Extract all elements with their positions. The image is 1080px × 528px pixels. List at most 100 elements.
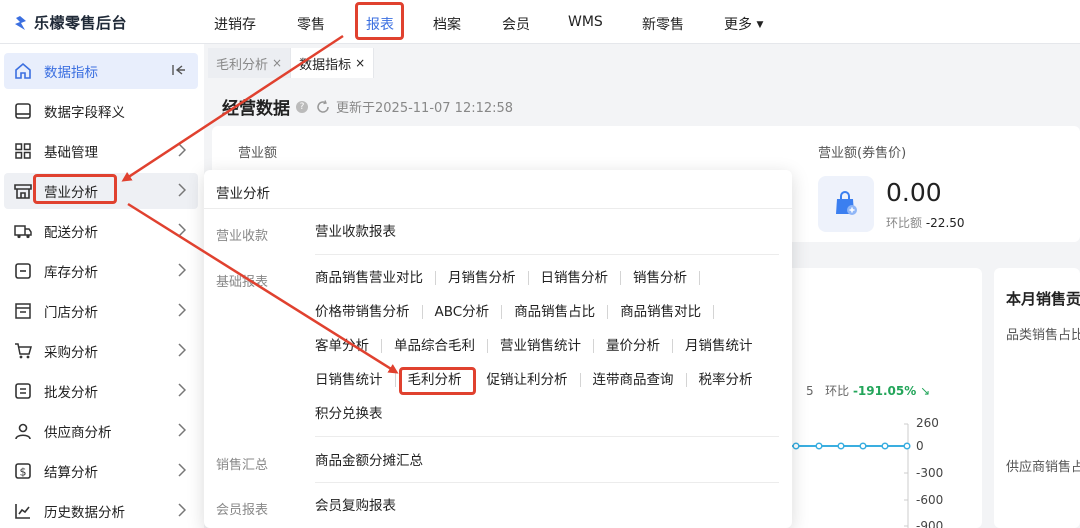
trend-chart	[786, 423, 911, 528]
sidebar-item-label: 基础管理	[44, 145, 98, 161]
close-icon[interactable]: ×	[272, 56, 282, 70]
sidebar-item-label: 数据指标	[44, 65, 98, 81]
revenue-voucher-label: 营业额(券售价)	[818, 146, 907, 161]
menu-item[interactable]: 营业收款报表	[315, 225, 408, 239]
axis-tick-label: 260	[916, 416, 939, 430]
truck-icon	[12, 220, 34, 242]
menu-item[interactable]: 日销售统计	[315, 373, 396, 387]
sidebar-item-distribution-analysis[interactable]: 配送分析	[4, 213, 198, 249]
sidebar-item-label: 结算分析	[44, 465, 98, 481]
sidebar-item-label: 库存分析	[44, 265, 98, 281]
logo-mark-icon	[15, 15, 26, 30]
highlight-reports-annotation	[355, 2, 404, 40]
menu-item[interactable]: 营业销售统计	[488, 339, 594, 353]
sidebar-item-purchase-analysis[interactable]: 采购分析	[4, 333, 198, 369]
nav-archive[interactable]: 档案	[433, 14, 461, 34]
flyout-title: 营业分析	[216, 186, 270, 202]
menu-item[interactable]: 促销让利分析	[475, 373, 581, 387]
tab-gross-profit[interactable]: 毛利分析 ×	[208, 48, 292, 78]
section-label: 营业收款	[216, 229, 269, 244]
chart-line-icon	[12, 500, 34, 522]
menu-item[interactable]: 月销售分析	[436, 271, 529, 285]
shop-icon	[12, 300, 34, 322]
menu-item[interactable]: 量价分析	[594, 339, 673, 353]
sidebar-item-wholesale-analysis[interactable]: 批发分析	[4, 373, 198, 409]
chevron-right-icon	[178, 143, 186, 157]
sidebar-item-settlement-analysis[interactable]: $ 结算分析	[4, 453, 198, 489]
revenue-label: 营业额	[238, 146, 278, 161]
app-title: 乐檬零售后台	[34, 14, 128, 32]
store-icon	[12, 180, 34, 202]
sidebar-item-data-metrics[interactable]: 数据指标	[4, 53, 198, 89]
app-logo[interactable]: 乐檬零售后台	[12, 12, 127, 33]
nav-retail[interactable]: 零售	[297, 14, 325, 34]
ratio-value: -191.05%	[852, 384, 917, 398]
menu-row: 积分兑换表	[315, 407, 395, 421]
card-title: 本月销售贡	[1006, 290, 1080, 308]
menu-item[interactable]: 商品销售占比	[502, 305, 609, 319]
ratio-label: 环比	[825, 384, 850, 398]
menu-item[interactable]: ABC分析	[423, 305, 503, 319]
page-title: 经营数据	[222, 99, 290, 119]
menu-row: 营业收款报表	[315, 225, 408, 239]
chevron-right-icon	[178, 343, 186, 357]
ratio-indicator: 5 环比 -191.05% ↘	[806, 382, 930, 399]
sidebar-item-label: 供应商分析	[44, 425, 112, 441]
stat-value: 0.00	[886, 178, 942, 207]
menu-row: 商品金额分摊汇总	[315, 454, 435, 468]
menu-item[interactable]: 月销售统计	[673, 339, 765, 353]
menu-item[interactable]: 客单分析	[315, 339, 382, 353]
sidebar-item-basic-management[interactable]: 基础管理	[4, 133, 198, 169]
menu-item[interactable]: 日销售分析	[529, 271, 621, 285]
sidebar-item-store-analysis[interactable]: 门店分析	[4, 293, 198, 329]
menu-item[interactable]: 商品金额分摊汇总	[315, 454, 435, 468]
collapse-sidebar-icon[interactable]	[172, 63, 186, 81]
chevron-right-icon	[178, 463, 186, 477]
menu-item[interactable]: 单品综合毛利	[382, 339, 488, 353]
axis-tick-label: -300	[916, 466, 944, 480]
sidebar-item-supplier-analysis[interactable]: 供应商分析	[4, 413, 198, 449]
sidebar-item-history-analysis[interactable]: 历史数据分析	[4, 493, 198, 528]
caret-down-icon: ▼	[756, 20, 764, 30]
sidebar-item-field-definitions[interactable]: 数据字段释义	[4, 93, 198, 129]
settlement-icon: $	[12, 460, 34, 482]
help-icon[interactable]: ?	[296, 100, 308, 113]
menu-item[interactable]: 税率分析	[687, 373, 765, 387]
shopping-bag-icon	[818, 176, 874, 232]
nav-inventory[interactable]: 进销存	[214, 14, 256, 34]
sidebar-item-label: 批发分析	[44, 385, 98, 401]
sidebar: 数据指标 数据字段释义 基础管理 营业分析 配送分析 库存分析 门店分析 采购分…	[0, 44, 204, 528]
inventory-icon	[12, 260, 34, 282]
menu-item[interactable]: 会员复购报表	[315, 499, 408, 513]
menu-row: 商品销售营业对比 月销售分析 日销售分析 销售分析	[315, 271, 700, 285]
menu-item[interactable]: 积分兑换表	[315, 407, 395, 421]
nav-new-retail[interactable]: 新零售	[642, 14, 684, 34]
cart-icon	[12, 340, 34, 362]
axis-tick-label: -600	[916, 493, 944, 507]
axis-tick-label: -900	[916, 519, 944, 528]
wholesale-icon	[12, 380, 34, 402]
sidebar-item-inventory-analysis[interactable]: 库存分析	[4, 253, 198, 289]
section-label: 基础报表	[216, 275, 269, 290]
chart-point	[837, 442, 845, 450]
menu-row: 会员复购报表	[315, 499, 408, 513]
tab-data-metrics[interactable]: 数据指标 ×	[291, 48, 375, 78]
nav-wms[interactable]: WMS	[568, 14, 603, 30]
divider	[315, 482, 779, 483]
divider	[204, 208, 792, 209]
chart-point	[903, 442, 911, 450]
home-icon	[12, 60, 34, 82]
nav-member[interactable]: 会员	[502, 14, 530, 34]
menu-item[interactable]: 连带商品查询	[581, 373, 687, 387]
nav-more[interactable]: 更多 ▼	[724, 14, 763, 34]
page-header: 经营数据 ? 更新于2025-11-07 12:12:58	[222, 94, 513, 119]
chevron-right-icon	[178, 303, 186, 317]
chevron-right-icon	[178, 263, 186, 277]
menu-item[interactable]: 价格带销售分析	[315, 305, 423, 319]
section-label: 会员报表	[216, 503, 269, 518]
menu-item[interactable]: 商品销售营业对比	[315, 271, 436, 285]
close-icon[interactable]: ×	[355, 56, 365, 70]
menu-item[interactable]: 销售分析	[621, 271, 700, 285]
menu-item[interactable]: 商品销售对比	[608, 305, 715, 319]
refresh-icon[interactable]	[316, 99, 330, 114]
